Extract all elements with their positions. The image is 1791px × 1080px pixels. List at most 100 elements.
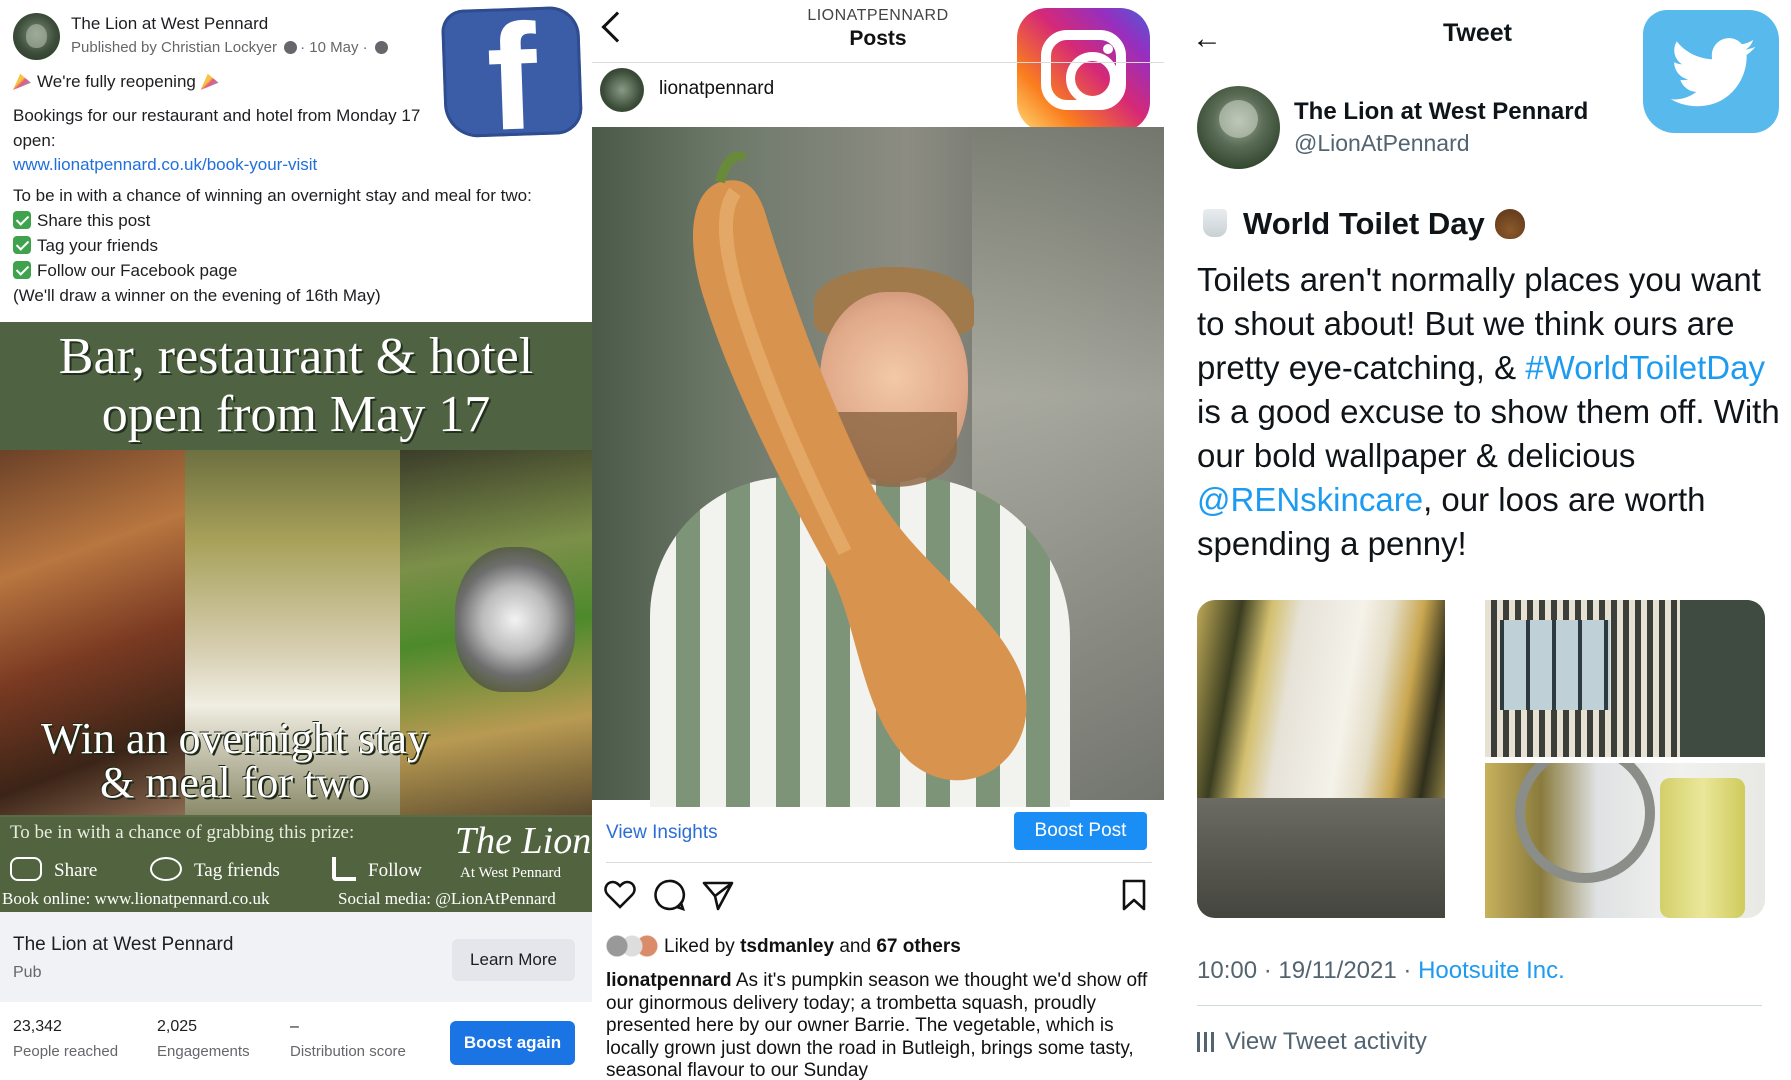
divider — [592, 62, 1164, 63]
liked-user[interactable]: tsdmanley — [740, 936, 834, 957]
liker-avatars — [606, 935, 658, 957]
step-label: Follow our Facebook page — [37, 261, 238, 280]
activity-label: View Tweet activity — [1225, 1028, 1427, 1055]
check-icon — [13, 261, 31, 279]
banner-headline-2: open from May 17 — [101, 386, 491, 443]
toilet-icon — [1203, 209, 1227, 237]
timestamp-text: 10:00 · 19/11/2021 · — [1197, 957, 1419, 984]
source-link[interactable]: Hootsuite Inc. — [1418, 957, 1565, 984]
info-icon[interactable] — [284, 41, 298, 54]
stat-engagements: 2,025 Engagements — [157, 1018, 250, 1060]
boost-post-button[interactable]: Boost Post — [1014, 812, 1147, 850]
step-follow: Follow our Facebook page — [13, 261, 237, 281]
poop-icon — [1494, 209, 1525, 239]
stat-value: 23,342 — [13, 1018, 62, 1035]
party-popper-icon — [13, 73, 31, 90]
likes-summary[interactable]: Liked by tsdmanley and 67 others — [606, 935, 961, 958]
stat-label: Engagements — [157, 1043, 250, 1060]
stat-label: Distribution score — [290, 1043, 406, 1060]
rss-icon — [332, 857, 356, 881]
instagram-logo — [1017, 8, 1150, 132]
win-line-2: & meal for two — [99, 758, 371, 807]
step-tag: Tag your friends — [13, 236, 158, 256]
win-line-1: Win an overnight stay — [40, 714, 430, 763]
view-insights-link[interactable]: View Insights — [606, 822, 718, 844]
banner-action-label: Share — [54, 860, 98, 881]
book-online: Book online: www.lionatpennard.co.uk — [2, 889, 270, 908]
party-popper-icon — [200, 73, 219, 90]
post-date[interactable]: 10 May — [309, 39, 358, 56]
comment-icon[interactable] — [652, 878, 686, 912]
body-text: is a good excuse to show them off. With … — [1197, 393, 1780, 474]
facebook-logo: f — [440, 0, 584, 162]
post-line-draw: (We'll draw a winner on the evening of 1… — [13, 286, 381, 305]
display-name[interactable]: The Lion at West Pennard — [1294, 98, 1588, 126]
page-name[interactable]: The Lion at West Pennard — [71, 14, 268, 34]
speech-bubble-icon — [150, 857, 182, 881]
instagram-post-panel: LIONATPENNARD Posts lionatpennard View I… — [592, 0, 1164, 1080]
profile-avatar[interactable] — [1197, 86, 1280, 169]
caption-username[interactable]: lionatpennard — [606, 970, 732, 991]
profile-handle[interactable]: lionatpennard — [659, 78, 774, 100]
page-avatar[interactable] — [13, 13, 60, 60]
banner-action-label: Follow — [368, 860, 422, 881]
check-icon — [13, 211, 31, 229]
card-page-name[interactable]: The Lion at West Pennard — [13, 934, 233, 956]
facebook-post-panel: The Lion at West Pennard Published by Ch… — [0, 0, 592, 1080]
brand-subtitle: At West Pennard — [460, 865, 562, 881]
stat-distribution: – Distribution score — [290, 1018, 406, 1060]
share-icon[interactable] — [701, 878, 735, 912]
reopening-text: We're fully reopening — [37, 72, 196, 91]
tweet-body: Toilets aren't normally places you want … — [1197, 258, 1782, 566]
step-share: Share this post — [13, 211, 150, 231]
globe-icon — [374, 41, 388, 54]
facebook-logo-letter: f — [484, 0, 541, 162]
tweet-image-wallpaper[interactable] — [1197, 600, 1445, 918]
step-label: Share this post — [37, 211, 151, 230]
view-tweet-activity-button[interactable]: View Tweet activity — [1197, 1028, 1427, 1056]
banner-action-label: Tag friends — [194, 860, 280, 881]
bookmark-icon[interactable] — [1117, 878, 1151, 912]
twitter-post-panel: ← Tweet The Lion at West Pennard @LionAt… — [1164, 0, 1791, 1080]
post-line-bookings: Bookings for our restaurant and hotel fr… — [13, 106, 421, 125]
banner-share: Share — [10, 857, 97, 882]
heading-text: World Toilet Day — [1243, 206, 1485, 241]
check-icon — [13, 236, 31, 254]
page-cta-card: The Lion at West Pennard Pub Learn More — [0, 912, 592, 1002]
tweet-heading: World Toilet Day — [1197, 206, 1525, 242]
published-by: Published by Christian Lockyer — [71, 39, 277, 56]
tweet-image-soap[interactable] — [1485, 763, 1765, 918]
banner-tag: Tag friends — [150, 857, 280, 882]
user-handle[interactable]: @LionAtPennard — [1294, 130, 1470, 157]
banner-headline-1: Bar, restaurant & hotel — [58, 328, 534, 385]
trombetta-squash — [650, 150, 1030, 792]
tweet-timestamp: 10:00 · 19/11/2021 · Hootsuite Inc. — [1197, 957, 1565, 985]
liked-others[interactable]: 67 others — [876, 936, 960, 957]
post-line-open: open: — [13, 131, 56, 150]
banner-win-text: Win an overnight stay & meal for two — [0, 717, 470, 805]
brand-script: The Lion — [455, 820, 592, 862]
liked-prefix: Liked by — [664, 936, 735, 957]
post-photo[interactable] — [592, 127, 1164, 807]
mention-link[interactable]: @RENskincare — [1197, 481, 1423, 518]
social-media: Social media: @LionAtPennard — [338, 889, 556, 908]
book-visit-link[interactable]: www.lionatpennard.co.uk/book-your-visit — [13, 155, 317, 175]
share-icon — [10, 857, 42, 881]
profile-avatar[interactable] — [600, 68, 644, 112]
card-category: Pub — [13, 964, 42, 981]
divider — [606, 862, 1152, 863]
liked-and: and — [839, 936, 872, 957]
boost-again-button[interactable]: Boost again — [450, 1021, 575, 1065]
banner-footer: To be in with a chance of grabbing this … — [0, 817, 592, 912]
stat-label: People reached — [13, 1043, 119, 1060]
heart-icon[interactable] — [603, 878, 637, 912]
post-line-competition: To be in with a chance of winning an ove… — [13, 186, 532, 205]
learn-more-button[interactable]: Learn More — [452, 939, 575, 981]
hashtag-link[interactable]: #WorldToiletDay — [1525, 349, 1765, 386]
prize-line: To be in with a chance of grabbing this … — [10, 822, 355, 843]
post-meta: Published by Christian Lockyer · 10 May … — [71, 39, 391, 56]
tweet-image-window[interactable] — [1485, 600, 1765, 757]
post-image-banner[interactable]: Bar, restaurant & hotel open from May 17… — [0, 322, 592, 912]
stat-people-reached: 23,342 People reached — [13, 1018, 118, 1060]
stat-value: 2,025 — [157, 1018, 198, 1035]
